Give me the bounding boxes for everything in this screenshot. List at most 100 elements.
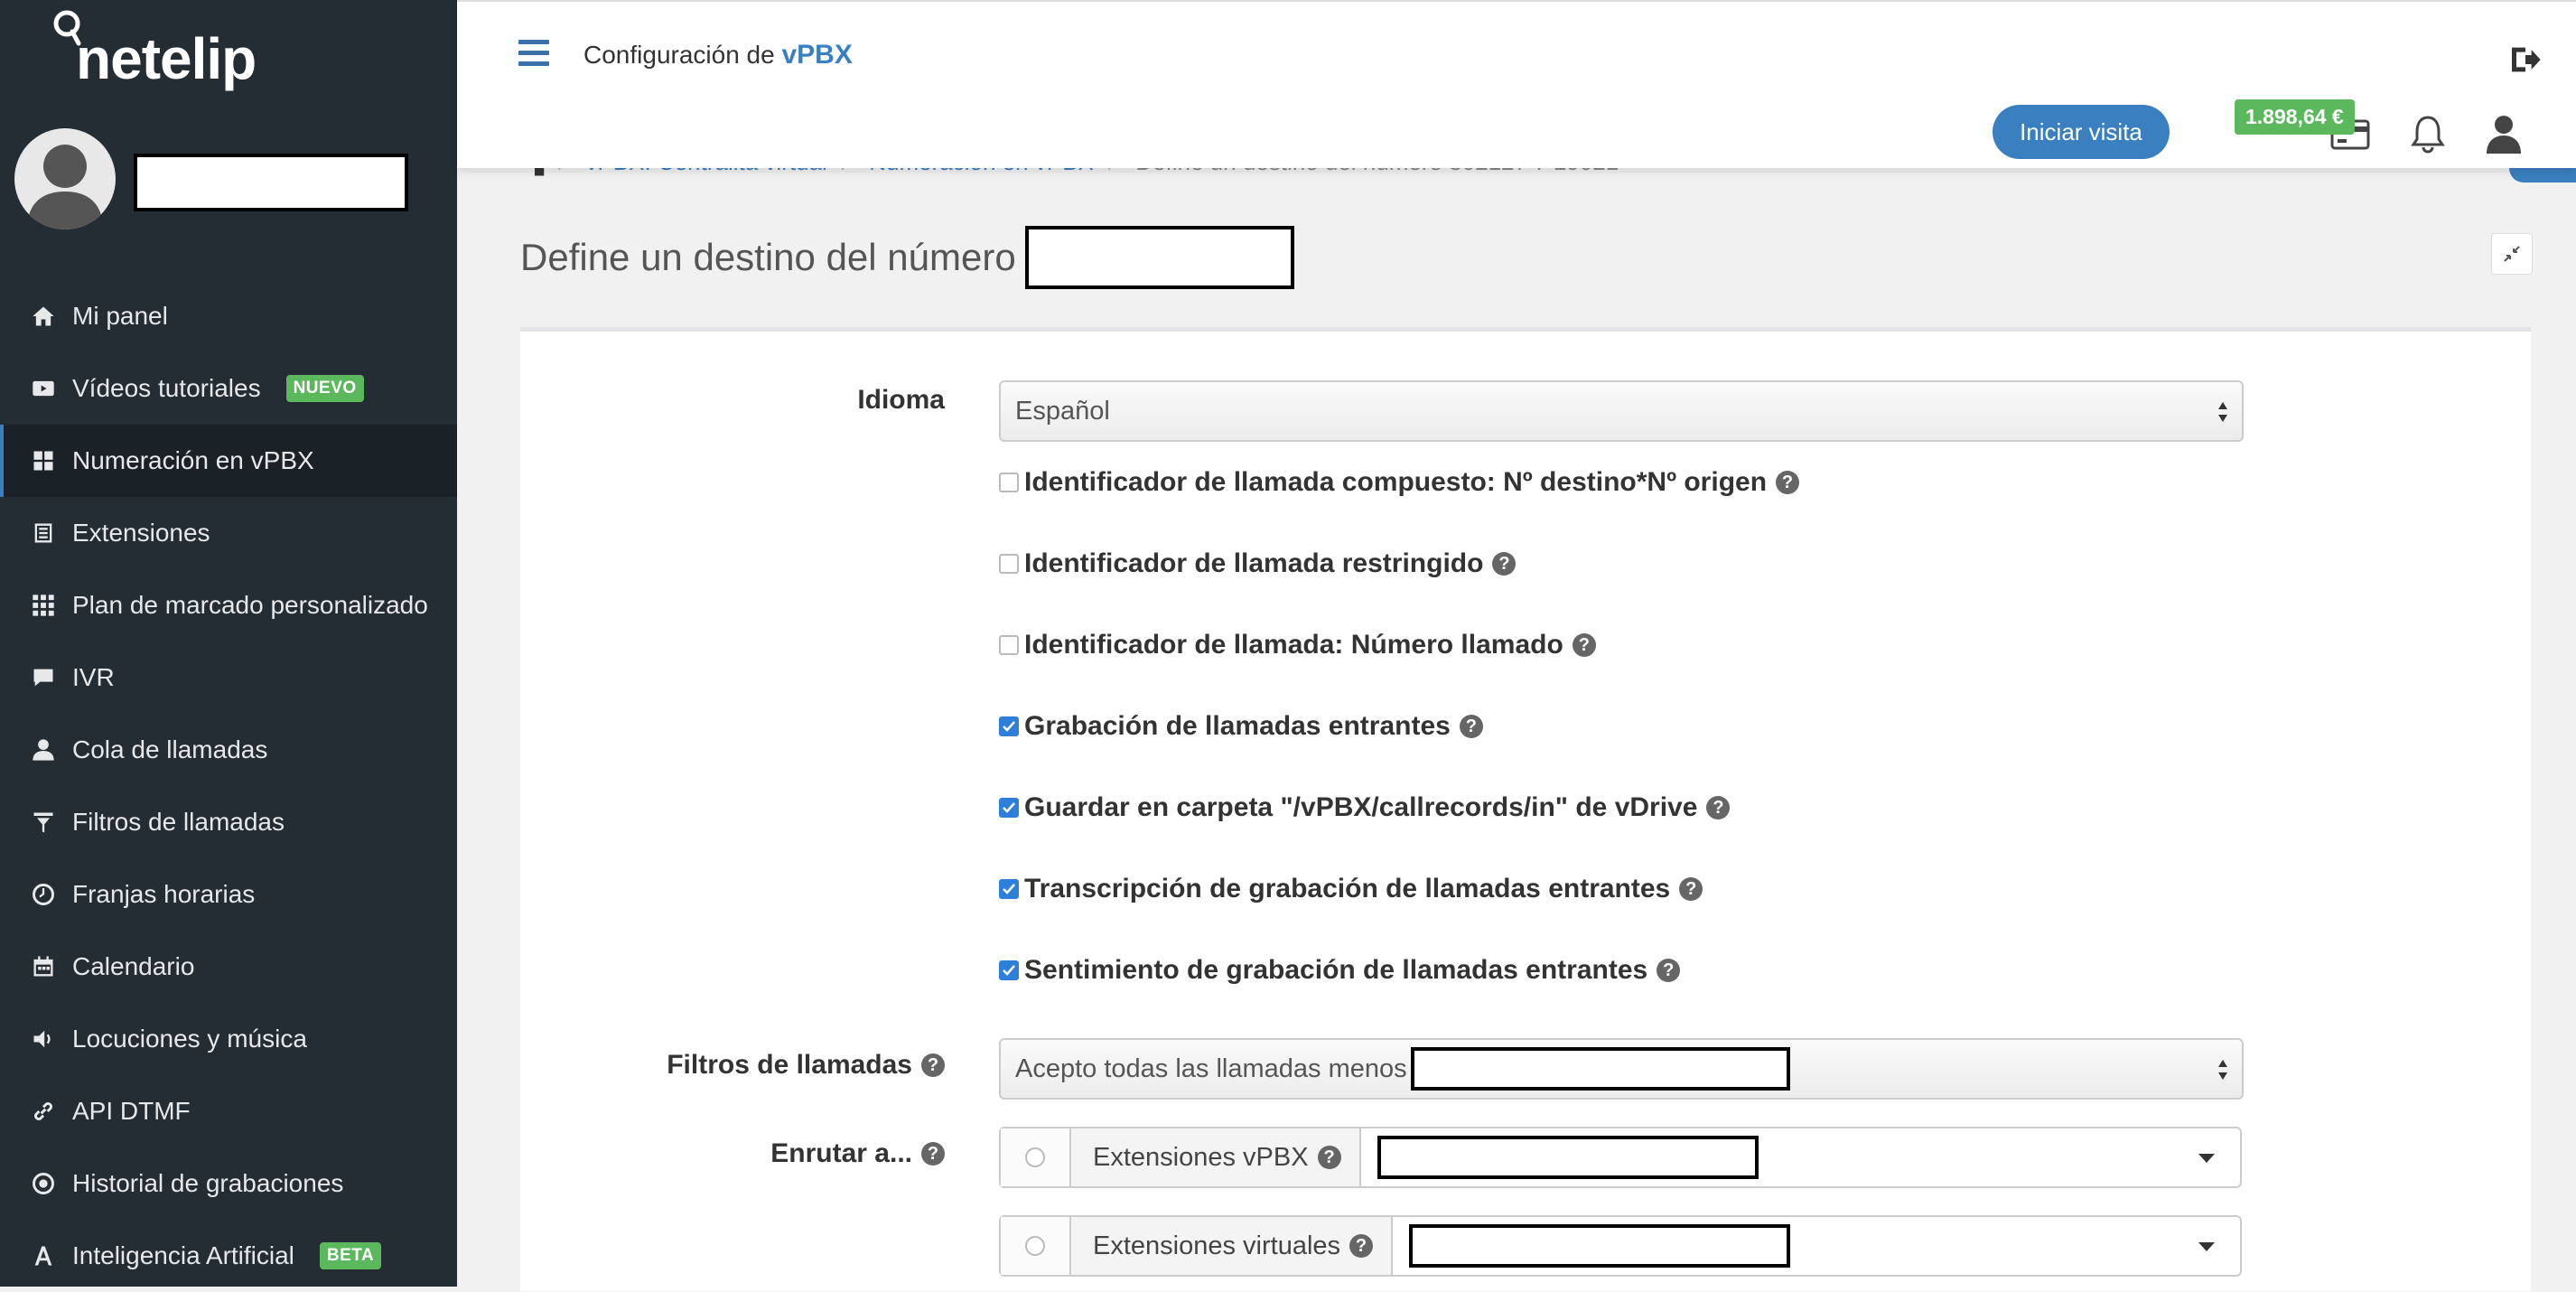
help-icon[interactable]: ?: [1657, 959, 1681, 982]
logout-icon[interactable]: [2507, 42, 2543, 78]
help-icon[interactable]: ?: [921, 1142, 945, 1166]
netelip-logo[interactable]: netelip: [51, 9, 285, 91]
checkbox-restricted-callerid[interactable]: Identificador de llamada restringido ?: [999, 548, 1517, 579]
calendar-icon: [29, 952, 58, 981]
checkbox-checked[interactable]: [999, 716, 1019, 736]
checkbox[interactable]: [999, 554, 1019, 574]
sidebar-item-locuciones[interactable]: Locuciones y música: [0, 1003, 457, 1075]
checkbox-label: Identificador de llamada restringido: [1024, 548, 1484, 578]
avatar[interactable]: [14, 128, 116, 229]
balance-badge[interactable]: 1.898,64 €: [2235, 99, 2355, 135]
home-icon: [29, 302, 58, 331]
compress-icon[interactable]: [2491, 233, 2533, 275]
clock-icon: [29, 880, 58, 909]
sidebar-item-ivr[interactable]: IVR: [0, 641, 457, 714]
help-icon[interactable]: ?: [1459, 715, 1483, 738]
filter-icon: [29, 808, 58, 837]
help-icon[interactable]: ?: [1492, 552, 1517, 576]
start-visit-button[interactable]: Iniciar visita: [1993, 105, 2170, 159]
checkbox-label: Identificador de llamada: Número llamado: [1024, 630, 1563, 660]
checkbox-record-incoming[interactable]: Grabación de llamadas entrantes ?: [999, 711, 1483, 742]
user-avatar-icon: [27, 145, 103, 229]
sidebar-item-extensiones[interactable]: Extensiones: [0, 497, 457, 569]
side-tab-button[interactable]: [2509, 168, 2576, 183]
chat-icon: [29, 663, 58, 692]
call-filters-select[interactable]: Acepto todas las llamadas menos: [999, 1038, 2244, 1100]
checkbox-label: Transcripción de grabación de llamadas e…: [1024, 874, 1671, 903]
sidebar-item-mi-panel[interactable]: Mi panel: [0, 280, 457, 352]
checkbox[interactable]: [999, 473, 1019, 492]
select-arrows-icon: [2218, 1060, 2227, 1080]
sidebar-item-label: Franjas horarias: [72, 880, 256, 908]
sidebar-item-ia[interactable]: Inteligencia Artificial BETA: [0, 1220, 457, 1292]
checkbox-checked[interactable]: [999, 798, 1019, 818]
sidebar: netelip Mi panel Vídeos tutoriales NUEVO…: [0, 0, 457, 1287]
sidebar-item-numeracion[interactable]: Numeración en vPBX: [0, 425, 457, 497]
checkbox[interactable]: [999, 635, 1019, 655]
route-virtual-select[interactable]: [1393, 1217, 2240, 1275]
checkbox-label: Guardar en carpeta "/vPBX/callrecords/in…: [1024, 792, 1698, 822]
sidebar-item-plan-marcado[interactable]: Plan de marcado personalizado: [0, 569, 457, 641]
checkbox-compound-callerid[interactable]: Identificador de llamada compuesto: Nº d…: [999, 467, 1800, 498]
checkbox-sentiment[interactable]: Sentimiento de grabación de llamadas ent…: [999, 955, 1681, 986]
route-radio[interactable]: [1001, 1128, 1071, 1186]
person-icon: [29, 735, 58, 764]
title-prefix: Configuración de: [583, 41, 775, 69]
route-redacted: [1377, 1136, 1759, 1179]
language-value: Español: [1015, 396, 1110, 426]
route-radio[interactable]: [1001, 1217, 1071, 1275]
help-icon[interactable]: ?: [1706, 796, 1731, 819]
sidebar-item-cola[interactable]: Cola de llamadas: [0, 714, 457, 786]
speaker-icon: [29, 1025, 58, 1053]
chevron-down-icon: [2198, 1242, 2215, 1251]
help-icon[interactable]: ?: [1776, 471, 1800, 494]
language-select[interactable]: Español: [999, 380, 2244, 442]
route-option-label: Extensiones vPBX ?: [1071, 1128, 1361, 1186]
filter-redacted: [1410, 1047, 1790, 1091]
destination-form: Idioma Español Identificador de llamada …: [520, 327, 2531, 1291]
sidebar-item-franjas[interactable]: Franjas horarias: [0, 858, 457, 931]
page-title: Define un destino del número: [520, 226, 1294, 289]
help-icon[interactable]: ?: [1572, 633, 1596, 657]
title-brand: vPBX: [781, 40, 853, 70]
checkbox-checked[interactable]: [999, 960, 1019, 980]
sidebar-item-calendario[interactable]: Calendario: [0, 931, 457, 1003]
chevron-down-icon: [2198, 1154, 2215, 1163]
sidebar-item-historial[interactable]: Historial de grabaciones: [0, 1147, 457, 1220]
username-redacted: [134, 154, 408, 211]
sidebar-item-videos[interactable]: Vídeos tutoriales NUEVO: [0, 352, 457, 425]
sidebar-item-label: Historial de grabaciones: [72, 1169, 344, 1197]
help-icon[interactable]: ?: [1679, 877, 1703, 901]
sidebar-item-label: IVR: [72, 663, 115, 691]
page-title-text: Define un destino del número: [520, 236, 1016, 278]
help-icon[interactable]: ?: [1349, 1234, 1374, 1258]
checkbox-called-number[interactable]: Identificador de llamada: Número llamado…: [999, 630, 1596, 660]
filters-value: Acepto todas las llamadas menos: [1015, 1053, 1407, 1083]
bell-icon[interactable]: [2410, 114, 2446, 154]
menu-toggle-icon[interactable]: [518, 40, 549, 67]
help-icon[interactable]: ?: [1317, 1146, 1341, 1169]
filters-label: Filtros de llamadas ?: [520, 1047, 945, 1083]
sidebar-item-filtros[interactable]: Filtros de llamadas: [0, 786, 457, 858]
video-icon: [29, 374, 58, 403]
grid-icon: [29, 446, 58, 475]
sidebar-item-label: Cola de llamadas: [72, 735, 268, 763]
sidebar-item-label: Locuciones y música: [72, 1025, 307, 1053]
checkbox-save-vdrive[interactable]: Guardar en carpeta "/vPBX/callrecords/in…: [999, 792, 1731, 823]
user-icon[interactable]: [2484, 112, 2524, 154]
link-icon: [29, 1097, 58, 1126]
route-option-label: Extensiones virtuales ?: [1071, 1217, 1394, 1275]
route-virtual-extensions: Extensiones virtuales ?: [999, 1215, 2242, 1277]
checkbox-label: Identificador de llamada compuesto: Nº d…: [1024, 467, 1768, 497]
checkbox-checked[interactable]: [999, 879, 1019, 899]
dialpad-icon: [29, 591, 58, 620]
route-vpbx-extensions: Extensiones vPBX ?: [999, 1127, 2242, 1188]
route-vpbx-select[interactable]: [1361, 1128, 2240, 1186]
checkbox-transcription[interactable]: Transcripción de grabación de llamadas e…: [999, 874, 1703, 904]
sidebar-item-label: Filtros de llamadas: [72, 808, 285, 836]
help-icon[interactable]: ?: [921, 1053, 945, 1077]
sidebar-item-api-dtmf[interactable]: API DTMF: [0, 1075, 457, 1147]
sidebar-nav: Mi panel Vídeos tutoriales NUEVO Numerac…: [0, 280, 457, 1292]
record-icon: [29, 1169, 58, 1198]
route-label: Enrutar a... ?: [520, 1136, 945, 1172]
